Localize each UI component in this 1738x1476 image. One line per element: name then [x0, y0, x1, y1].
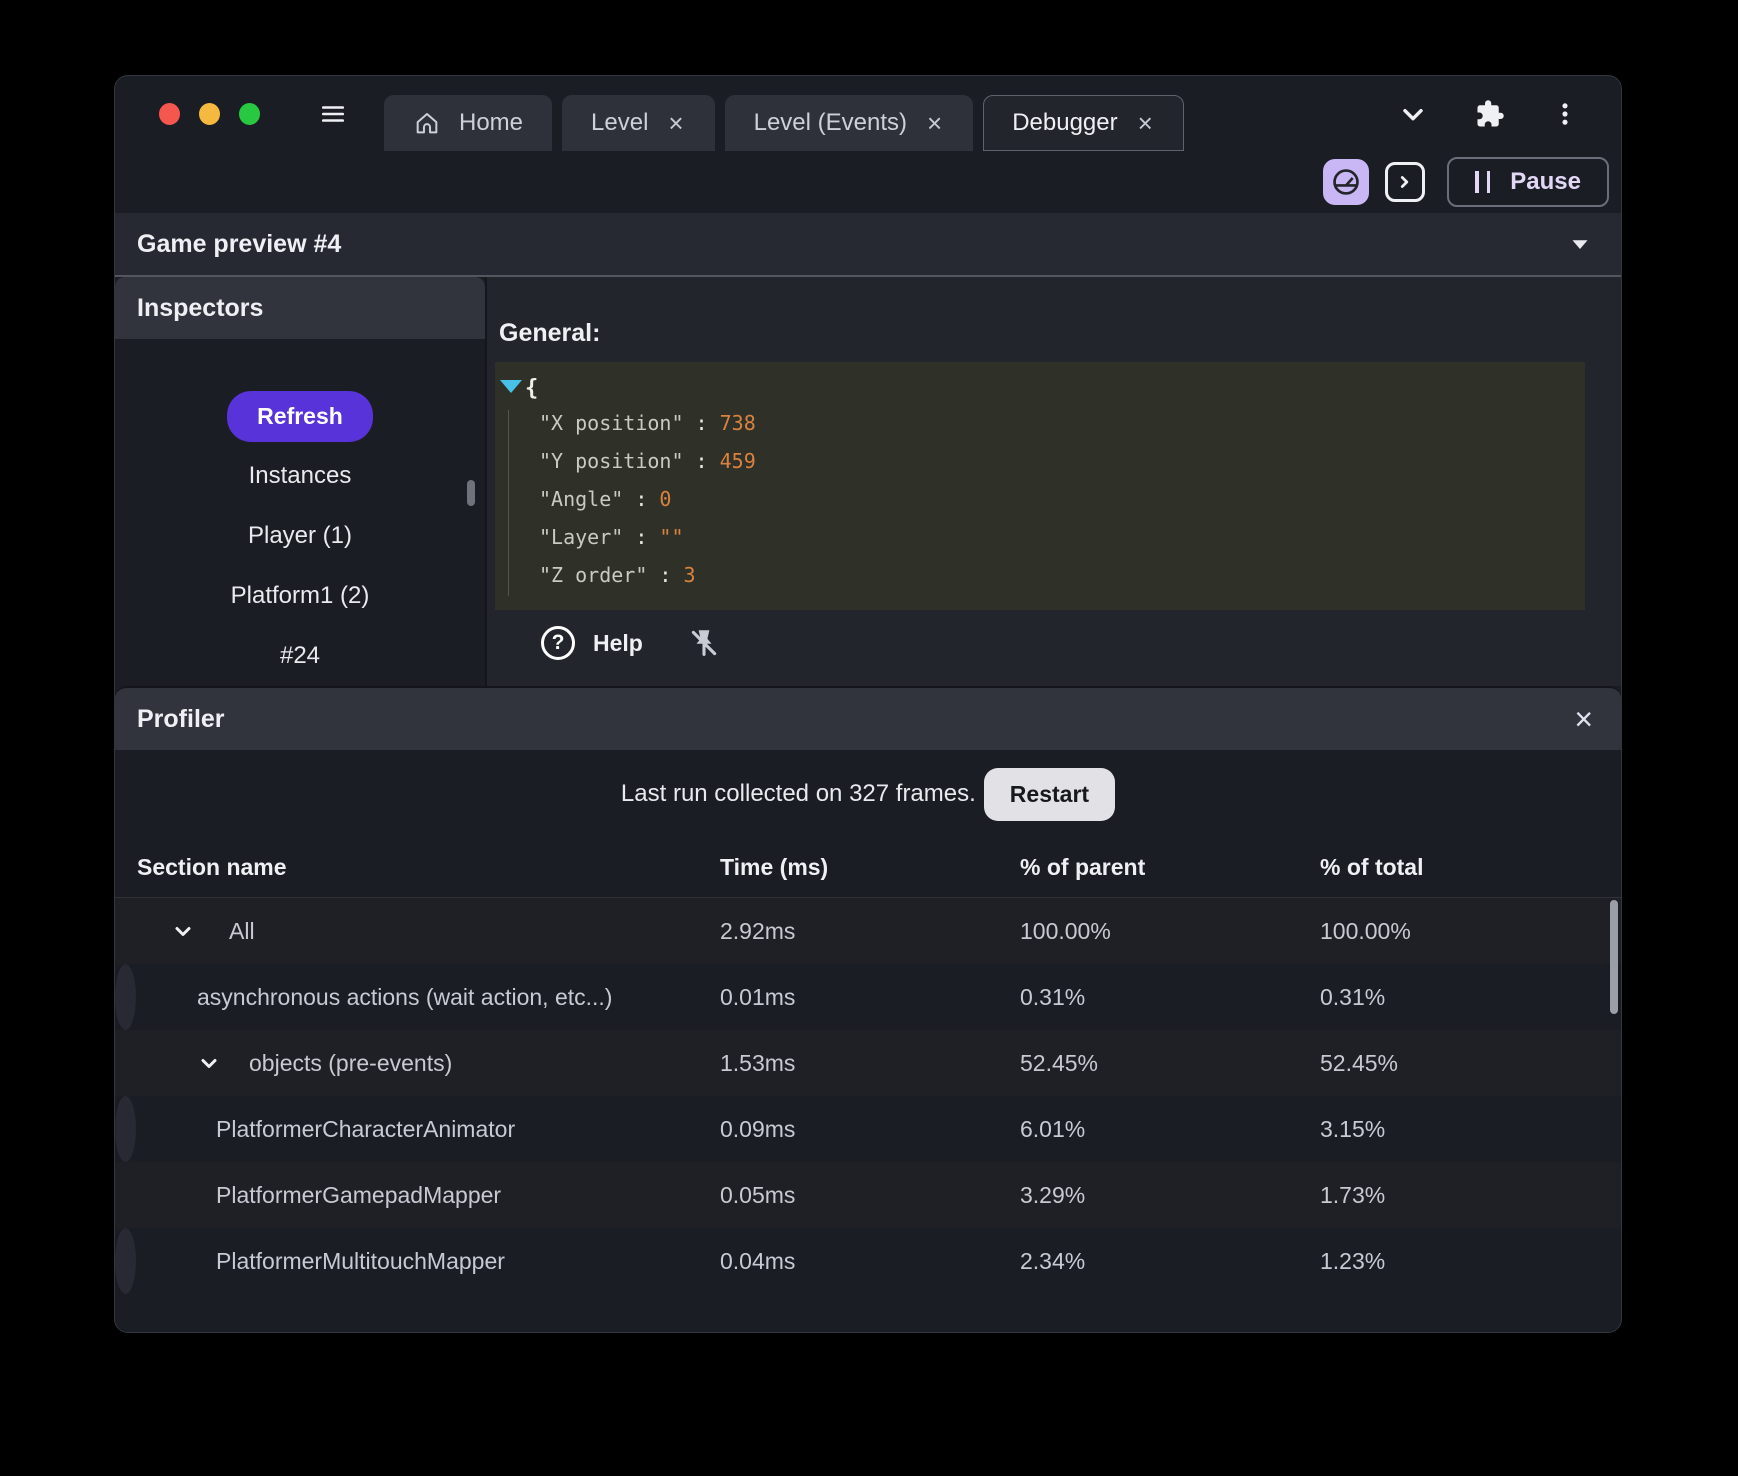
json-property-z-order: "Z order" : 3: [539, 563, 696, 587]
properties-json-view: { "X position" : 738 "Y position" : 459 …: [495, 362, 1585, 610]
help-row: ? Help: [495, 626, 1585, 660]
restart-button[interactable]: Restart: [983, 767, 1116, 821]
json-property-y-position: "Y position" : 459: [539, 449, 756, 473]
table-row-character-animator[interactable]: PlatformerCharacterAnimator 0.09ms 6.01%…: [115, 1096, 1385, 1162]
column-percent-total: % of total: [1320, 854, 1424, 880]
profiler-header: Profiler ×: [115, 686, 1621, 750]
debugger-main: Inspectors Refresh Instances Player (1) …: [115, 277, 1621, 686]
zoom-window-button[interactable]: [239, 102, 260, 125]
collapse-triangle-icon[interactable]: [500, 380, 522, 393]
minimize-window-button[interactable]: [199, 102, 220, 125]
tree-item-instances[interactable]: Instances: [249, 446, 352, 506]
table-row-all[interactable]: All 2.92ms 100.00% 100.00%: [115, 898, 1621, 964]
tab-debugger[interactable]: Debugger ×: [983, 95, 1184, 151]
table-row-multitouch-mapper[interactable]: PlatformerMultitouchMapper 0.04ms 2.34% …: [115, 1228, 1385, 1294]
scrollbar-thumb[interactable]: [1610, 900, 1618, 1014]
pin-off-icon[interactable]: [687, 626, 721, 660]
close-icon[interactable]: ×: [666, 110, 685, 136]
console-icon: [1394, 171, 1416, 193]
game-preview-header[interactable]: Game preview #4: [115, 213, 1621, 277]
tree-item-instance-24[interactable]: #24: [280, 626, 320, 686]
pause-icon: [1475, 171, 1491, 193]
tab-bar: Home Level × Level (Events) × Debugger ×: [115, 76, 1621, 151]
json-property-x-position: "X position" : 738: [539, 411, 756, 435]
game-preview-title: Game preview #4: [137, 229, 342, 258]
extensions-puzzle-icon[interactable]: [1475, 99, 1505, 129]
profiler-panel: Last run collected on 327 frames. Restar…: [115, 750, 1621, 1332]
profiler-status-row: Last run collected on 327 frames. Restar…: [115, 750, 1621, 838]
profiler-title: Profiler: [137, 704, 225, 733]
pause-button[interactable]: Pause: [1447, 157, 1609, 207]
inspectors-panel: Inspectors Refresh Instances Player (1) …: [115, 277, 487, 686]
close-window-button[interactable]: [159, 102, 180, 125]
refresh-button[interactable]: Refresh: [227, 391, 373, 442]
instances-tree: Instances Player (1) Platform1 (2) #24: [115, 446, 485, 686]
scrollbar-thumb[interactable]: [467, 480, 475, 506]
hamburger-menu-icon[interactable]: [318, 101, 348, 127]
tab-home[interactable]: Home: [384, 95, 553, 151]
tree-item-platform1[interactable]: Platform1 (2): [231, 566, 370, 626]
general-section-label: General:: [499, 319, 601, 347]
inspectors-panel-title: Inspectors: [115, 277, 485, 339]
home-icon: [413, 109, 441, 137]
close-icon[interactable]: ×: [1574, 703, 1621, 735]
tabbar-actions: [1397, 98, 1621, 130]
close-icon[interactable]: ×: [1136, 110, 1155, 136]
table-row-async-actions[interactable]: asynchronous actions (wait action, etc..…: [115, 964, 1385, 1030]
kebab-menu-icon[interactable]: [1551, 100, 1579, 128]
profiler-toggle-button[interactable]: [1323, 159, 1370, 205]
tab-level[interactable]: Level ×: [562, 95, 715, 151]
close-icon[interactable]: ×: [925, 110, 944, 136]
json-property-angle: "Angle" : 0: [539, 487, 672, 511]
profiler-table-header: Section name Time (ms) % of parent % of …: [115, 838, 1621, 898]
debugger-toolbar: Pause: [115, 151, 1621, 213]
table-row-gamepad-mapper[interactable]: PlatformerGamepadMapper 0.05ms 3.29% 1.7…: [115, 1162, 1621, 1228]
console-button[interactable]: [1385, 162, 1426, 202]
json-property-layer: "Layer" : "": [539, 525, 684, 549]
profiler-status-text: Last run collected on 327 frames.: [620, 780, 976, 807]
column-time: Time (ms): [720, 854, 829, 880]
help-label: Help: [593, 629, 643, 656]
pause-button-label: Pause: [1510, 168, 1581, 195]
tab-label: Home: [459, 109, 524, 136]
inspectors-list: Refresh Instances Player (1) Platform1 (…: [115, 339, 485, 686]
tab-label: Level (Events): [753, 109, 907, 136]
tab-strip: Home Level × Level (Events) × Debugger ×: [384, 95, 1184, 151]
tab-label: Debugger: [1012, 109, 1118, 136]
expand-chevron-icon[interactable]: [171, 919, 195, 943]
tree-item-player[interactable]: Player (1): [248, 506, 352, 566]
gauge-icon: [1330, 166, 1362, 198]
expand-chevron-icon[interactable]: [197, 1051, 221, 1075]
chevron-down-icon[interactable]: [1565, 229, 1621, 259]
json-open-brace: {: [525, 376, 539, 401]
help-icon[interactable]: ?: [541, 626, 575, 660]
chevron-down-icon[interactable]: [1397, 98, 1429, 130]
traffic-lights: [115, 102, 260, 125]
column-percent-parent: % of parent: [1020, 854, 1146, 880]
tab-label: Level: [591, 109, 649, 136]
table-row-objects-pre-events[interactable]: objects (pre-events) 1.53ms 52.45% 52.45…: [115, 1030, 1621, 1096]
tab-level-events[interactable]: Level (Events) ×: [724, 95, 974, 151]
inspector-detail-panel: General: { "X position" : 738 "Y positio…: [487, 277, 1621, 686]
indent-guide: [508, 410, 509, 596]
column-section-name: Section name: [137, 854, 287, 880]
debugger-window: Home Level × Level (Events) × Debugger ×: [114, 75, 1622, 1333]
